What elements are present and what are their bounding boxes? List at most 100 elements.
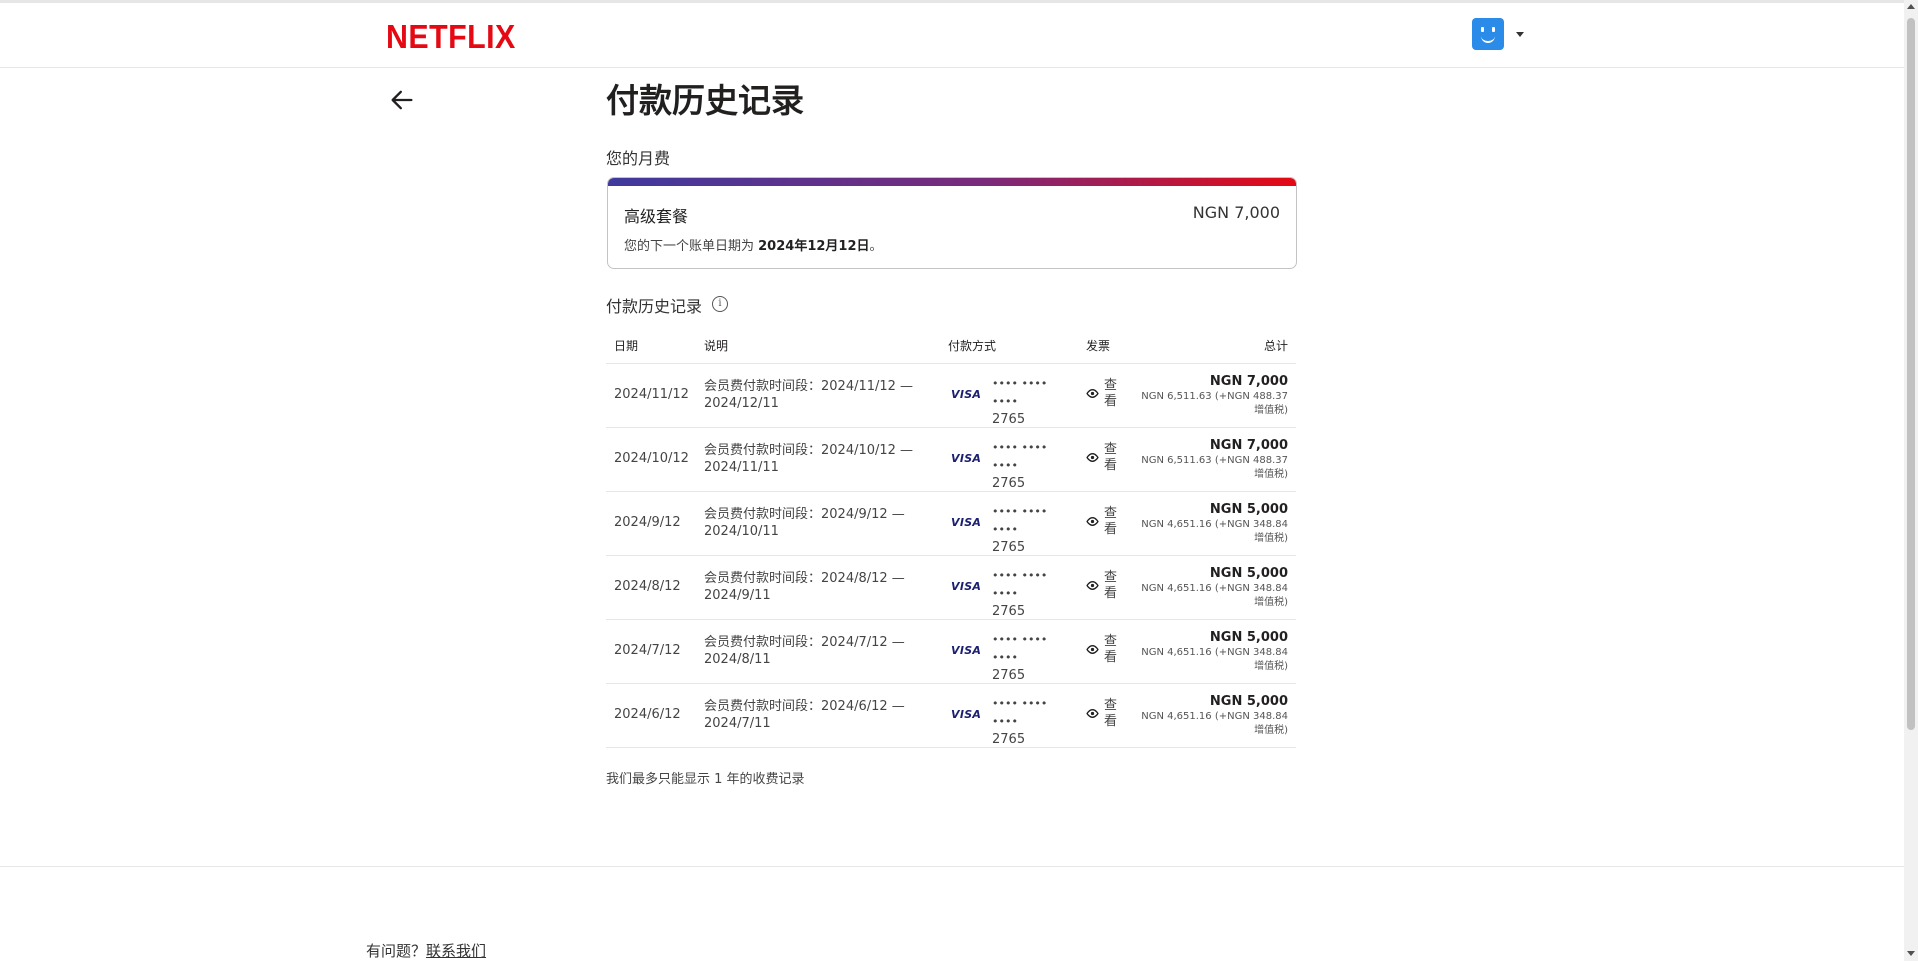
caret-down-icon[interactable]	[1516, 32, 1524, 37]
row-total-amount: NGN 7,000	[1209, 438, 1288, 453]
contact-us-link[interactable]: 联系我们	[426, 942, 486, 960]
back-arrow-icon[interactable]	[388, 86, 416, 114]
view-invoice-label[interactable]: 查看	[1104, 506, 1118, 538]
card-last4: 2765	[992, 412, 1026, 427]
row-date: 2024/11/12	[614, 387, 689, 402]
row-description: 会员费付款时间段：2024/6/12 — 2024/7/11	[704, 699, 905, 731]
next-billing-date: 2024年12月12日	[758, 239, 870, 254]
avatar-eye-left	[1481, 27, 1484, 32]
avatar-eye-right	[1492, 27, 1495, 32]
row-tax-breakdown: NGN 4,651.16 (+NGN 348.84 增值税)	[1141, 583, 1288, 608]
card-last4: 2765	[992, 540, 1026, 555]
card-last4: 2765	[992, 732, 1026, 747]
row-description: 会员费付款时间段：2024/10/12 — 2024/11/11	[704, 443, 914, 475]
card-number: •••• •••• •••• 2765	[992, 695, 1062, 749]
card-mask: •••• •••• ••••	[992, 377, 1048, 408]
row-date: 2024/9/12	[614, 515, 681, 530]
row-total-amount: NGN 7,000	[1209, 374, 1288, 389]
view-invoice-label[interactable]: 查看	[1104, 378, 1118, 410]
view-eye-icon	[1086, 581, 1099, 590]
card-number: •••• •••• •••• 2765	[992, 439, 1062, 493]
card-number: •••• •••• •••• 2765	[992, 375, 1062, 429]
row-description: 会员费付款时间段：2024/11/12 — 2024/12/11	[704, 379, 914, 411]
view-invoice-label[interactable]: 查看	[1104, 442, 1118, 474]
scroll-down-arrow-icon[interactable]	[1907, 951, 1915, 956]
site-header: NETFLIX	[0, 3, 1904, 68]
header-invoice: 发票	[1086, 339, 1111, 353]
row-date: 2024/7/12	[614, 643, 681, 658]
card-mask: •••• •••• ••••	[992, 441, 1048, 472]
row-tax-breakdown: NGN 6,511.63 (+NGN 488.37 增值税)	[1141, 455, 1288, 480]
footer: 有问题？联系我们	[366, 940, 486, 961]
card-number: •••• •••• •••• 2765	[992, 567, 1062, 621]
plan-name: 高级套餐	[624, 207, 689, 226]
row-tax-breakdown: NGN 4,651.16 (+NGN 348.84 增值税)	[1141, 647, 1288, 672]
avatar-smile	[1481, 34, 1495, 43]
row-date: 2024/8/12	[614, 579, 681, 594]
header-payment-method: 付款方式	[948, 339, 997, 353]
header-description: 说明	[704, 339, 729, 353]
footer-question: 有问题？	[366, 942, 427, 960]
view-eye-icon	[1086, 645, 1099, 654]
header-date: 日期	[614, 339, 639, 353]
payment-history-label: 付款历史记录	[606, 297, 703, 316]
visa-logo: VISA	[951, 708, 982, 721]
row-tax-breakdown: NGN 6,511.63 (+NGN 488.37 增值税)	[1141, 391, 1288, 416]
info-icon[interactable]: i	[712, 296, 728, 312]
table-row: 2024/10/12 会员费付款时间段：2024/10/12 — 2024/11…	[606, 428, 1296, 492]
page-title: 付款历史记录	[606, 81, 804, 120]
row-description: 会员费付款时间段：2024/7/12 — 2024/8/11	[704, 635, 905, 667]
card-last4: 2765	[992, 668, 1026, 683]
monthly-fee-label: 您的月费	[606, 149, 671, 168]
row-date: 2024/10/12	[614, 451, 689, 466]
header-total: 总计	[1263, 339, 1288, 353]
next-billing-prefix: 您的下一个账单日期为	[624, 239, 759, 254]
next-billing-suffix: 。	[869, 239, 883, 254]
page-scrollbar[interactable]	[1904, 0, 1918, 961]
visa-logo: VISA	[951, 644, 982, 657]
view-eye-icon	[1086, 709, 1099, 718]
view-eye-icon	[1086, 389, 1099, 398]
table-row: 2024/8/12 会员费付款时间段：2024/8/12 — 2024/9/11…	[606, 556, 1296, 620]
view-eye-icon	[1086, 453, 1099, 462]
plan-price: NGN 7,000	[1192, 203, 1280, 222]
row-total: NGN 5,000 NGN 4,651.16 (+NGN 348.84 增值税)	[1138, 566, 1288, 610]
netflix-logo[interactable]: NETFLIX	[386, 19, 516, 55]
row-description: 会员费付款时间段：2024/8/12 — 2024/9/11	[704, 571, 905, 603]
card-last4: 2765	[992, 476, 1026, 491]
row-total-amount: NGN 5,000	[1209, 694, 1288, 709]
visa-logo: VISA	[951, 516, 982, 529]
next-billing-text: 您的下一个账单日期为 2024年12月12日。	[624, 235, 883, 254]
row-total: NGN 7,000 NGN 6,511.63 (+NGN 488.37 增值税)	[1138, 438, 1288, 482]
card-number: •••• •••• •••• 2765	[992, 503, 1062, 557]
card-mask: •••• •••• ••••	[992, 633, 1048, 664]
row-tax-breakdown: NGN 4,651.16 (+NGN 348.84 增值税)	[1141, 711, 1288, 736]
payment-history-table: 日期 说明 付款方式 发票 总计 2024/11/12 会员费付款时间段：202…	[606, 327, 1296, 748]
row-total: NGN 5,000 NGN 4,651.16 (+NGN 348.84 增值税)	[1138, 502, 1288, 546]
row-total: NGN 5,000 NGN 4,651.16 (+NGN 348.84 增值税)	[1138, 630, 1288, 674]
table-row: 2024/6/12 会员费付款时间段：2024/6/12 — 2024/7/11…	[606, 684, 1296, 748]
row-description: 会员费付款时间段：2024/9/12 — 2024/10/11	[704, 507, 905, 539]
table-row: 2024/7/12 会员费付款时间段：2024/7/12 — 2024/8/11…	[606, 620, 1296, 684]
row-total-amount: NGN 5,000	[1209, 502, 1288, 517]
footer-divider	[0, 866, 1904, 867]
profile-avatar[interactable]	[1472, 18, 1504, 50]
card-number: •••• •••• •••• 2765	[992, 631, 1062, 685]
view-invoice-label[interactable]: 查看	[1104, 634, 1118, 666]
table-row: 2024/11/12 会员费付款时间段：2024/11/12 — 2024/12…	[606, 364, 1296, 428]
scroll-up-arrow-icon[interactable]	[1907, 4, 1915, 9]
view-invoice-label[interactable]: 查看	[1104, 698, 1118, 730]
visa-logo: VISA	[951, 388, 982, 401]
view-eye-icon	[1086, 517, 1099, 526]
visa-logo: VISA	[951, 580, 982, 593]
plan-card: 高级套餐 NGN 7,000 您的下一个账单日期为 2024年12月12日。	[607, 177, 1297, 269]
view-invoice-label[interactable]: 查看	[1104, 570, 1118, 602]
card-mask: •••• •••• ••••	[992, 697, 1048, 728]
row-tax-breakdown: NGN 4,651.16 (+NGN 348.84 增值税)	[1141, 519, 1288, 544]
row-total: NGN 5,000 NGN 4,651.16 (+NGN 348.84 增值税)	[1138, 694, 1288, 738]
card-mask: •••• •••• ••••	[992, 569, 1048, 600]
scrollbar-thumb[interactable]	[1907, 18, 1915, 730]
table-header: 日期 说明 付款方式 发票 总计	[606, 327, 1296, 364]
plan-card-gradient	[608, 178, 1296, 186]
row-total-amount: NGN 5,000	[1209, 630, 1288, 645]
